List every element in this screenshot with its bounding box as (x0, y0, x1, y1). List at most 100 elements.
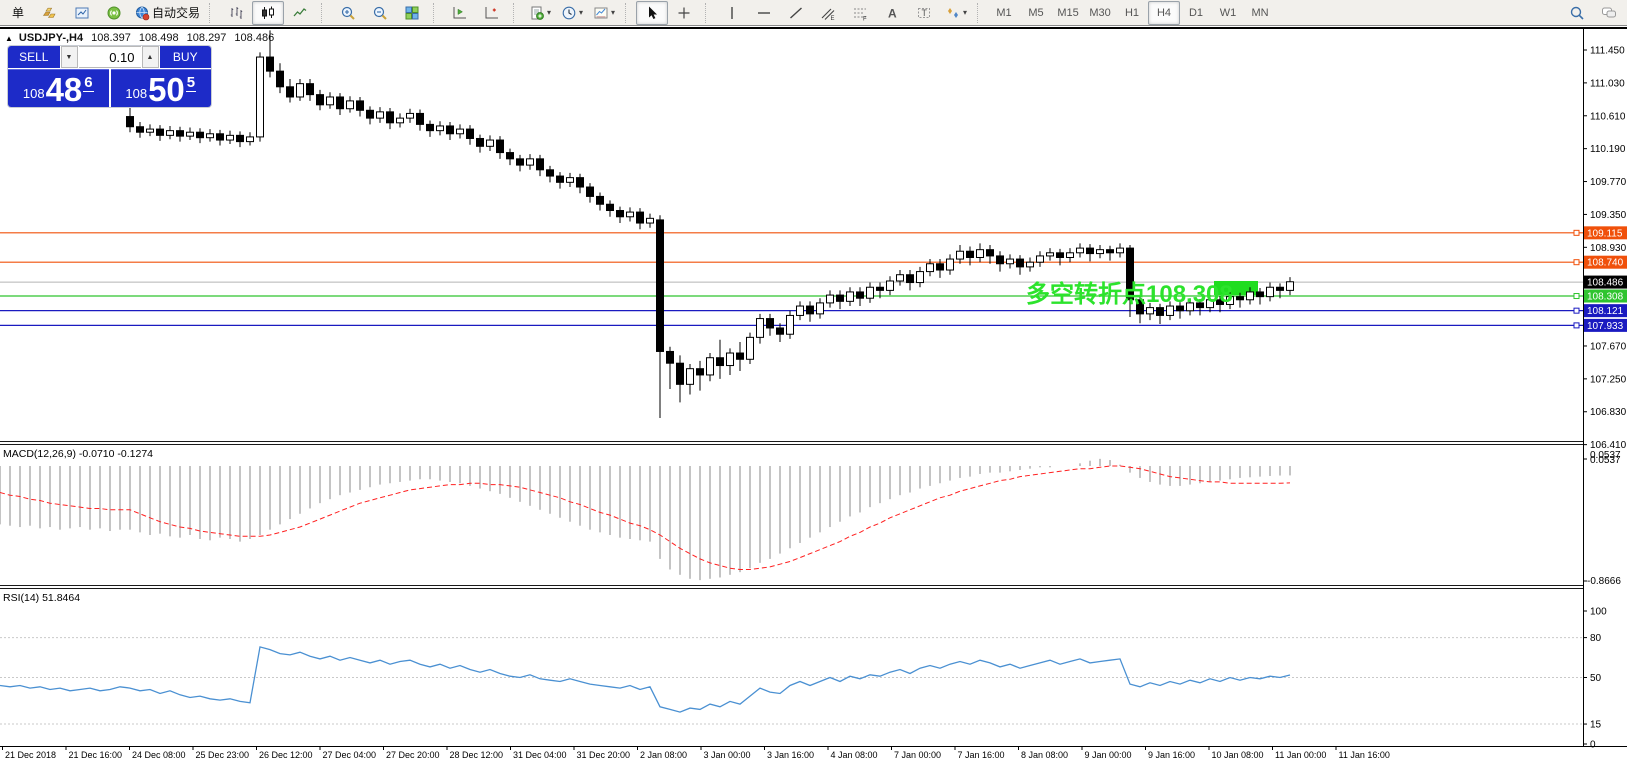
timeframe-button-m1[interactable]: M1 (988, 1, 1020, 25)
chat-button[interactable] (1593, 1, 1625, 25)
timeframe-button-mn[interactable]: MN (1244, 1, 1276, 25)
new-order-button[interactable]: 单 (2, 1, 34, 25)
ask-big-digits: 50 (148, 75, 185, 105)
ohlc-close: 108.486 (234, 32, 274, 44)
chevron-down-icon[interactable]: ▾ (579, 9, 583, 17)
signal-icon[interactable] (98, 1, 130, 25)
svg-text:108.308: 108.308 (1587, 292, 1624, 303)
svg-text:2 Jan 08:00: 2 Jan 08:00 (640, 750, 687, 760)
volume-up-button[interactable]: ▲ (142, 46, 159, 68)
timeframe-button-h1[interactable]: H1 (1116, 1, 1148, 25)
fibonacci-button[interactable]: F (844, 1, 876, 25)
svg-text:50: 50 (1590, 673, 1602, 684)
cursor-button[interactable] (636, 1, 668, 25)
timeframe-button-m5[interactable]: M5 (1020, 1, 1052, 25)
globe-icon (134, 5, 150, 21)
vertical-line-button[interactable] (716, 1, 748, 25)
chevron-down-icon[interactable]: ▾ (547, 9, 551, 17)
svg-text:109.350: 109.350 (1590, 210, 1627, 221)
zoom-in-button[interactable] (332, 1, 364, 25)
svg-text:0: 0 (1590, 740, 1596, 751)
gold-bars-icon[interactable] (34, 1, 66, 25)
svg-text:10 Jan 08:00: 10 Jan 08:00 (1212, 750, 1264, 760)
rsi-label: RSI(14) 51.8464 (3, 592, 80, 604)
indicator-icon (529, 5, 545, 21)
timeframe-button-d1[interactable]: D1 (1180, 1, 1212, 25)
svg-text:80: 80 (1590, 633, 1602, 644)
svg-text:107.933: 107.933 (1587, 321, 1624, 332)
volume-input[interactable]: 0.10 (79, 46, 141, 68)
candlestick-chart-button[interactable] (252, 1, 284, 25)
annotation-text[interactable]: 多空转折点108.308 (1026, 280, 1233, 308)
bar-chart-button[interactable] (220, 1, 252, 25)
svg-text:109.770: 109.770 (1590, 177, 1627, 188)
toolbar-separator (321, 3, 328, 23)
svg-text:107.670: 107.670 (1590, 341, 1627, 352)
chart-window-icon[interactable] (66, 1, 98, 25)
line-handle[interactable] (1574, 294, 1579, 299)
svg-text:11 Jan 00:00: 11 Jan 00:00 (1275, 750, 1326, 760)
line-handle[interactable] (1574, 308, 1579, 313)
chart-shift-button[interactable] (476, 1, 508, 25)
template-icon (593, 5, 609, 21)
textA-icon: A (884, 5, 900, 21)
line-handle[interactable] (1574, 323, 1579, 328)
buy-price-button[interactable]: 108 50 5 (111, 69, 212, 107)
sell-price-button[interactable]: 108 48 6 (8, 69, 109, 107)
svg-text:9 Jan 16:00: 9 Jan 16:00 (1148, 750, 1195, 760)
volume-down-button[interactable]: ▼ (61, 46, 78, 68)
timeframe-button-w1[interactable]: W1 (1212, 1, 1244, 25)
svg-text:11 Jan 16:00: 11 Jan 16:00 (1339, 750, 1390, 760)
svg-text:7 Jan 16:00: 7 Jan 16:00 (958, 750, 1005, 760)
svg-text:31 Dec 20:00: 31 Dec 20:00 (577, 750, 631, 760)
toolbar-separator (625, 3, 632, 23)
chevron-down-icon[interactable]: ▾ (963, 9, 967, 17)
toolbar-separator (977, 3, 984, 23)
tiles-icon (404, 5, 420, 21)
svg-text:21 Dec 16:00: 21 Dec 16:00 (69, 750, 123, 760)
line-handle[interactable] (1574, 230, 1579, 235)
indicators-button[interactable]: ▾ (524, 1, 556, 25)
label-button[interactable]: T (908, 1, 940, 25)
timeframe-button-m30[interactable]: M30 (1084, 1, 1116, 25)
line-handle[interactable] (1574, 260, 1579, 265)
collapse-panel-icon[interactable]: ▲ (5, 34, 13, 43)
toolbar-button-label: M1 (996, 7, 1011, 19)
trendline-button[interactable] (780, 1, 812, 25)
svg-text:26 Dec 12:00: 26 Dec 12:00 (259, 750, 313, 760)
auto-trading-button[interactable]: 自动交易 (130, 1, 204, 25)
bid-big-digits: 48 (46, 75, 83, 105)
line-chart-button[interactable] (284, 1, 316, 25)
buy-button[interactable]: BUY (160, 46, 212, 68)
tile-windows-button[interactable] (396, 1, 428, 25)
auto-scroll-button[interactable] (444, 1, 476, 25)
svg-text:9 Jan 00:00: 9 Jan 00:00 (1085, 750, 1132, 760)
svg-text:108.930: 108.930 (1590, 243, 1627, 254)
timeframe-button-h4[interactable]: H4 (1148, 1, 1180, 25)
mt4-window: 单 自动交易 ▾ ▾ ▾ EFAT ▾ M1 M5 M15 M30H1H4D1W1 MN 111.45… (0, 0, 1627, 768)
trend-icon (788, 5, 804, 21)
crosshair-button[interactable] (668, 1, 700, 25)
svg-text:4 Jan 08:00: 4 Jan 08:00 (831, 750, 878, 760)
equidistant-channel-button[interactable]: E (812, 1, 844, 25)
channel-icon: E (820, 5, 836, 21)
toolbar-button-label: M15 (1057, 7, 1078, 19)
horizontal-line-button[interactable] (748, 1, 780, 25)
chart-canvas[interactable]: 111.450111.030110.610110.190109.770109.3… (0, 0, 1627, 768)
periods-button[interactable]: ▾ (556, 1, 588, 25)
zoom-out-button[interactable] (364, 1, 396, 25)
toolbar-button-label: MN (1251, 7, 1268, 19)
ask-prefix: 108 (125, 86, 147, 101)
arrows-button[interactable]: ▾ (940, 1, 972, 25)
signal-icon (106, 5, 122, 21)
text-button[interactable]: A (876, 1, 908, 25)
chevron-down-icon[interactable]: ▾ (611, 9, 615, 17)
svg-text:27 Dec 04:00: 27 Dec 04:00 (323, 750, 377, 760)
search-button[interactable] (1561, 1, 1593, 25)
timeframe-button-m15[interactable]: M15 (1052, 1, 1084, 25)
templates-button[interactable]: ▾ (588, 1, 620, 25)
svg-text:3 Jan 00:00: 3 Jan 00:00 (704, 750, 751, 760)
svg-text:106.830: 106.830 (1590, 407, 1627, 418)
sell-button[interactable]: SELL (8, 46, 60, 68)
current-price-label: 108.486 (1587, 278, 1624, 289)
